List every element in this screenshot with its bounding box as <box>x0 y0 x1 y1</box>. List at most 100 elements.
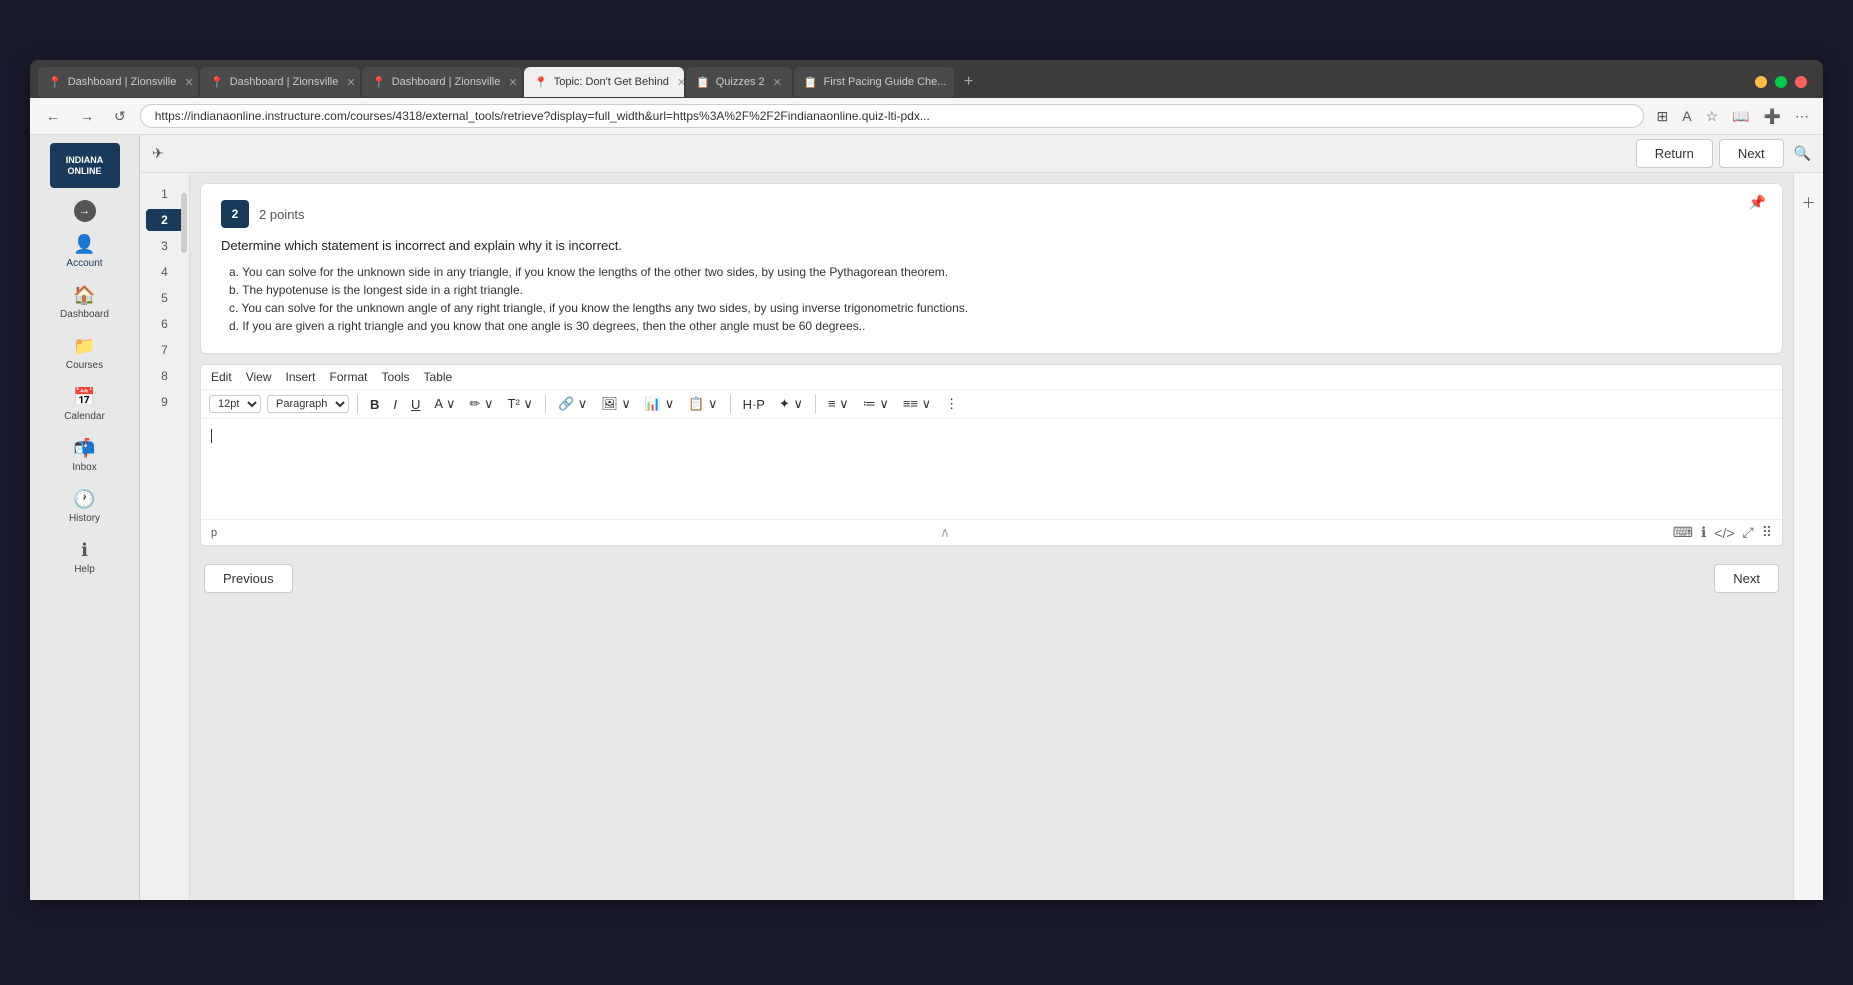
maximize-button[interactable] <box>1775 76 1787 88</box>
keyboard-button[interactable]: ⌨ <box>1673 524 1693 541</box>
sidebar-item-calendar[interactable]: 📅 Calendar <box>30 379 139 430</box>
option-b: b. The hypotenuse is the longest side in… <box>221 283 1762 297</box>
italic-button[interactable]: I <box>389 395 401 414</box>
content-area: INDIANA ONLINE → 👤 Account 🏠 Dashboard 📁… <box>30 135 1823 900</box>
dashboard-label: Dashboard <box>60 309 109 320</box>
question-card: 📌 2 2 points Determine which statement i… <box>200 183 1783 354</box>
tab-label-4: Topic: Don't Get Behind <box>554 76 669 88</box>
back-button[interactable]: ← <box>40 106 66 126</box>
question-num-6[interactable]: 6 <box>146 313 184 335</box>
media-button[interactable]: 📊 ∨ <box>641 394 678 414</box>
menu-tools[interactable]: Tools <box>382 370 410 384</box>
tab-close-4[interactable]: ✕ <box>677 76 684 89</box>
sidebar-item-history[interactable]: 🕐 History <box>30 481 139 532</box>
embed-button[interactable]: 📋 ∨ <box>684 394 721 414</box>
align-button[interactable]: ≡ ∨ <box>824 394 853 414</box>
paragraph-select[interactable]: Paragraph <box>267 395 349 413</box>
superscript-button[interactable]: T² ∨ <box>504 394 537 414</box>
sidebar-item-account[interactable]: 👤 Account <box>30 226 139 277</box>
tab-5[interactable]: 📋 Quizzes 2 ✕ <box>686 67 792 97</box>
courses-label: Courses <box>66 360 103 371</box>
font-size-select[interactable]: 12pt <box>209 395 261 413</box>
sidebar-item-help[interactable]: ℹ Help <box>30 532 139 583</box>
menu-view[interactable]: View <box>246 370 272 384</box>
tab-close-1[interactable]: ✕ <box>184 76 193 89</box>
history-icon: 🕐 <box>73 489 95 510</box>
question-num-8[interactable]: 8 <box>146 365 184 387</box>
previous-button[interactable]: Previous <box>204 564 293 593</box>
profile-button[interactable]: A <box>1678 106 1695 126</box>
toolbar-divider-3 <box>730 394 731 414</box>
pin-button[interactable]: 📌 <box>1749 194 1766 211</box>
editor-section: Edit View Insert Format Tools Table 12pt <box>200 364 1783 546</box>
accessibility-button[interactable]: ℹ <box>1701 524 1706 541</box>
drag-button[interactable]: ⠿ <box>1762 524 1772 541</box>
toolbar-airplane-button[interactable]: ✈ <box>148 143 168 164</box>
more-button[interactable]: ⋯ <box>1791 106 1813 127</box>
special-char-button[interactable]: ✦ ∨ <box>775 394 807 414</box>
editor-menubar: Edit View Insert Format Tools Table <box>201 365 1782 390</box>
sidebar-item-courses[interactable]: 📁 Courses <box>30 328 139 379</box>
refresh-button[interactable]: ↺ <box>108 106 132 127</box>
browser-actions: ⊞ A ☆ 📖 ➕ ⋯ <box>1652 106 1813 127</box>
fullscreen-button[interactable]: ⤢ <box>1743 524 1754 541</box>
menu-edit[interactable]: Edit <box>211 370 232 384</box>
tab-1[interactable]: 📍 Dashboard | Zionsville ✕ <box>38 67 198 97</box>
question-badge: 2 <box>221 200 249 228</box>
add-button[interactable]: ➕ <box>1760 106 1785 127</box>
tab-label-2: Dashboard | Zionsville <box>230 76 339 88</box>
search-button[interactable]: 🔍 <box>1790 143 1815 164</box>
tab-6[interactable]: 📋 First Pacing Guide Che... ✕ <box>794 67 954 97</box>
tab-close-3[interactable]: ✕ <box>508 76 517 89</box>
more-options-button[interactable]: ⋮ <box>941 394 962 414</box>
highlight-button[interactable]: ✏ ∨ <box>466 394 498 414</box>
lms-sidebar: INDIANA ONLINE → 👤 Account 🏠 Dashboard 📁… <box>30 135 140 900</box>
address-input[interactable] <box>140 104 1645 128</box>
menu-insert[interactable]: Insert <box>285 370 315 384</box>
menu-table[interactable]: Table <box>424 370 453 384</box>
sidebar-item-dashboard[interactable]: 🏠 Dashboard <box>30 277 139 328</box>
indent-button[interactable]: ≡≡ ∨ <box>899 394 935 414</box>
question-num-7[interactable]: 7 <box>146 339 184 361</box>
question-num-5[interactable]: 5 <box>146 287 184 309</box>
image-button[interactable]: 🖼 ∨ <box>597 394 635 414</box>
address-bar: ← → ↺ ⊞ A ☆ 📖 ➕ ⋯ <box>30 98 1823 135</box>
question-num-1[interactable]: 1 <box>146 183 184 205</box>
source-button[interactable]: </> <box>1714 524 1734 541</box>
forward-button[interactable]: → <box>74 106 100 126</box>
hp-button[interactable]: H·P <box>739 395 769 414</box>
toolbar-divider-1 <box>357 394 358 414</box>
extensions-button[interactable]: ⊞ <box>1652 106 1672 127</box>
add-button-right[interactable]: ＋ <box>1802 193 1816 213</box>
scroll-indicator <box>181 193 187 253</box>
tab-2[interactable]: 📍 Dashboard | Zionsville ✕ <box>200 67 360 97</box>
reading-view-button[interactable]: 📖 <box>1728 106 1753 127</box>
link-button[interactable]: 🔗 ∨ <box>554 394 591 414</box>
next-button-top[interactable]: Next <box>1719 139 1784 168</box>
return-button[interactable]: Return <box>1636 139 1713 168</box>
close-button[interactable] <box>1795 76 1807 88</box>
tab-4[interactable]: 📍 Topic: Don't Get Behind ✕ <box>524 67 684 97</box>
editor-body[interactable] <box>201 419 1782 519</box>
bold-button[interactable]: B <box>366 395 383 414</box>
history-label: History <box>69 513 100 524</box>
favorites-button[interactable]: ☆ <box>1702 106 1723 127</box>
collapse-sidebar-button[interactable]: → <box>74 200 96 222</box>
menu-format[interactable]: Format <box>330 370 368 384</box>
tab-close-5[interactable]: ✕ <box>773 76 782 89</box>
next-button-bottom[interactable]: Next <box>1714 564 1779 593</box>
question-num-4[interactable]: 4 <box>146 261 184 283</box>
question-num-9[interactable]: 9 <box>146 391 184 413</box>
question-num-2[interactable]: 2 <box>146 209 184 231</box>
question-num-3[interactable]: 3 <box>146 235 184 257</box>
question-text: Determine which statement is incorrect a… <box>221 238 1762 253</box>
underline-button[interactable]: U <box>407 395 424 414</box>
list-button[interactable]: ≔ ∨ <box>859 394 893 414</box>
tab-3[interactable]: 📍 Dashboard | Zionsville ✕ <box>362 67 522 97</box>
right-sidebar: ＋ <box>1793 173 1823 900</box>
tab-close-2[interactable]: ✕ <box>346 76 355 89</box>
sidebar-item-inbox[interactable]: 📬 Inbox <box>30 430 139 481</box>
text-color-button[interactable]: A ∨ <box>430 394 459 414</box>
new-tab-button[interactable]: + <box>956 69 981 95</box>
minimize-button[interactable] <box>1755 76 1767 88</box>
